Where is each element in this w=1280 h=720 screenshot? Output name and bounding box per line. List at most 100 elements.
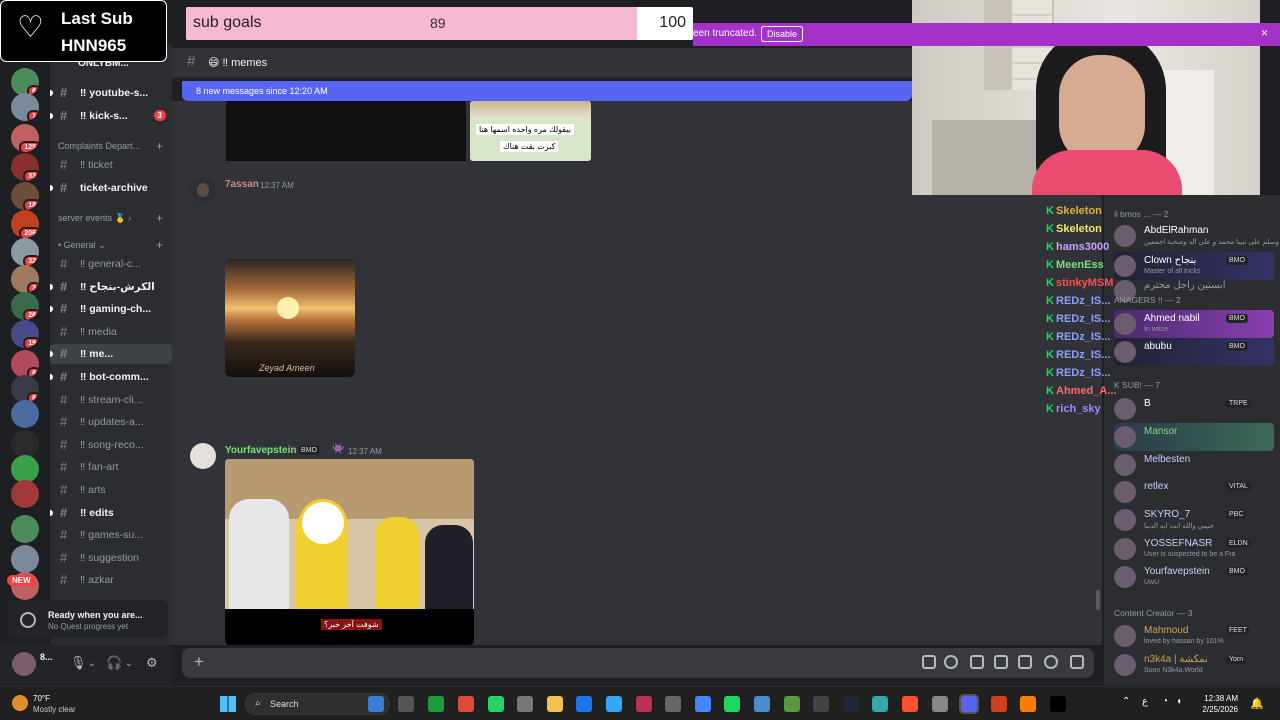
channel-2[interactable]: # ticket-archive	[50, 178, 172, 198]
channel-3[interactable]: # ‼ gaming-ch...	[50, 299, 172, 319]
brave-icon[interactable]	[902, 696, 918, 712]
server-icon[interactable]	[11, 430, 39, 458]
discord-icon[interactable]	[959, 694, 980, 714]
server-icon[interactable]	[11, 515, 39, 543]
channel-2[interactable]: # ‼ kick-s... 3	[50, 106, 172, 126]
member-item[interactable]: YOSSEFNASR ELDN User is suspected to be a …	[1114, 535, 1274, 563]
spotify-icon[interactable]	[724, 696, 741, 712]
server-icon[interactable]: 3	[11, 265, 39, 293]
member-item[interactable]: abubu BMO	[1114, 338, 1274, 366]
store-icon[interactable]	[576, 696, 593, 712]
server-icon[interactable]: 18	[11, 182, 39, 210]
category-general[interactable]: • General ⌄ +	[58, 238, 163, 252]
category-server-events[interactable]: server events 🥇 › +	[58, 211, 163, 225]
image-attachment[interactable]: بيقولك مره واحده اسمها هنا كبرت بقت هناك	[470, 101, 591, 161]
illustrator-icon[interactable]	[1020, 696, 1037, 712]
settings-icon[interactable]	[931, 696, 948, 712]
server-icon[interactable]	[11, 400, 39, 428]
channel-14[interactable]: # ‼ suggestion	[50, 548, 172, 568]
message-composer[interactable]: +	[182, 648, 1094, 678]
server-icon[interactable]	[11, 480, 39, 508]
server-icon[interactable]: 206	[11, 210, 39, 238]
add-attachment-icon[interactable]: +	[194, 652, 204, 672]
weather-desc[interactable]: Mostly clear	[33, 705, 76, 714]
server-icon[interactable]: 26	[11, 292, 39, 320]
channel-15[interactable]: # ‼ azkar	[50, 570, 172, 590]
member-item[interactable]: Clown بنجاح BMO Master of all tricks	[1114, 252, 1274, 280]
video-attachment[interactable]: شوفت آخر خبر؟	[225, 459, 474, 645]
channel-8[interactable]: # ‼ updates-a...	[50, 412, 172, 432]
sticker-icon[interactable]	[1018, 655, 1032, 669]
add-channel-icon[interactable]: +	[156, 139, 163, 153]
server-icon[interactable]: 125	[11, 124, 39, 152]
member-item[interactable]: Yourfavepstein BMO UwU	[1114, 563, 1274, 591]
server-icon[interactable]: 33	[11, 153, 39, 181]
notepad-icon[interactable]	[754, 696, 770, 712]
language-indicator[interactable]: ع	[1142, 696, 1148, 707]
camera-icon[interactable]	[517, 696, 534, 712]
image-attachment[interactable]	[226, 101, 466, 161]
user-name[interactable]: 8...	[40, 652, 53, 662]
member-item[interactable]: Ahmed nabil BMO In voice	[1114, 310, 1274, 338]
chrome-icon[interactable]	[458, 696, 474, 712]
channel-10[interactable]: # ‼ fan-art	[50, 457, 172, 477]
server-icon[interactable]	[11, 455, 39, 483]
settings-app-icon[interactable]	[665, 696, 682, 712]
member-item[interactable]: AbdElRahman لي وسلم على نبينا محمد و على …	[1114, 222, 1280, 250]
office-icon[interactable]	[990, 696, 1007, 712]
server-icon[interactable]: 1	[11, 93, 39, 121]
member-item[interactable]: Mansor	[1114, 423, 1274, 451]
timer-icon[interactable]	[944, 655, 958, 669]
scrollbar[interactable]	[1096, 590, 1100, 610]
gift-icon[interactable]	[970, 655, 984, 669]
channel-13[interactable]: # ‼ games-su...	[50, 525, 172, 545]
snipping-icon[interactable]	[368, 696, 384, 712]
gif-icon[interactable]	[994, 655, 1008, 669]
chrome-icon[interactable]	[694, 696, 711, 712]
add-channel-icon[interactable]: +	[156, 211, 163, 225]
channel-1[interactable]: # ‼ ticket	[50, 155, 172, 175]
server-icon[interactable]: 6	[11, 68, 39, 96]
photoshop-icon[interactable]	[606, 696, 622, 712]
headphones-icon[interactable]: 🎧	[106, 655, 122, 671]
apps-icon[interactable]	[1070, 655, 1084, 669]
chevron-down-icon[interactable]: ⌄	[125, 658, 133, 669]
channel-4[interactable]: # ‼ media	[50, 322, 172, 342]
xbox-icon[interactable]	[428, 696, 444, 712]
weather-icon[interactable]	[12, 695, 28, 711]
new-messages-bar[interactable]: 8 new messages since 12:20 AM	[182, 81, 912, 101]
member-item[interactable]: n3k4a | نمكشة Yorn Soon N3k4a.World	[1114, 651, 1274, 679]
volume-icon[interactable]: ◖	[1176, 696, 1182, 707]
server-icon[interactable]: 6	[11, 375, 39, 403]
server-icon[interactable]	[11, 545, 39, 573]
tiktok-icon[interactable]	[1050, 696, 1066, 712]
chevron-up-icon[interactable]: ⌃	[1122, 696, 1130, 707]
avatar[interactable]	[190, 177, 216, 203]
quest-panel[interactable]: Ready when you are... No Quest progress …	[8, 600, 168, 638]
network-icon[interactable]: ◔	[1162, 696, 1168, 707]
calculator-icon[interactable]	[813, 696, 830, 712]
chevron-down-icon[interactable]: ⌄	[88, 658, 96, 669]
clock[interactable]: 12:38 AM 2/25/2026	[1202, 693, 1238, 715]
channel-6[interactable]: # ‼ bot-comm...	[50, 367, 172, 387]
file-explorer-icon[interactable]	[546, 696, 563, 712]
channel-1[interactable]: # ‼ general-c...	[50, 254, 172, 274]
steam-icon[interactable]	[842, 696, 859, 712]
channel-5[interactable]: # ‼ me...	[50, 344, 172, 365]
channel-9[interactable]: # ‼ song-reco...	[50, 435, 172, 455]
member-item[interactable]: B TRPE	[1114, 395, 1274, 423]
channel-11[interactable]: # ‼ arts	[50, 480, 172, 500]
activity-icon[interactable]	[922, 655, 936, 669]
app-icon[interactable]	[872, 696, 889, 712]
category-complaints[interactable]: Complaints Depart... +	[58, 139, 163, 153]
start-icon[interactable]	[220, 696, 236, 712]
emoji-icon[interactable]	[1044, 655, 1058, 669]
server-icon[interactable]: 19	[11, 320, 39, 348]
channel-2[interactable]: # ‼ الكرش-بنجاح	[50, 277, 172, 297]
member-item[interactable]: Melbesten	[1114, 451, 1274, 479]
avatar[interactable]	[190, 443, 216, 469]
notification-icon[interactable]: 🔔	[1250, 697, 1264, 710]
message-author[interactable]: 7assan	[225, 179, 259, 190]
message-author[interactable]: Yourfavepstein	[225, 445, 297, 456]
whatsapp-icon[interactable]	[487, 696, 504, 712]
